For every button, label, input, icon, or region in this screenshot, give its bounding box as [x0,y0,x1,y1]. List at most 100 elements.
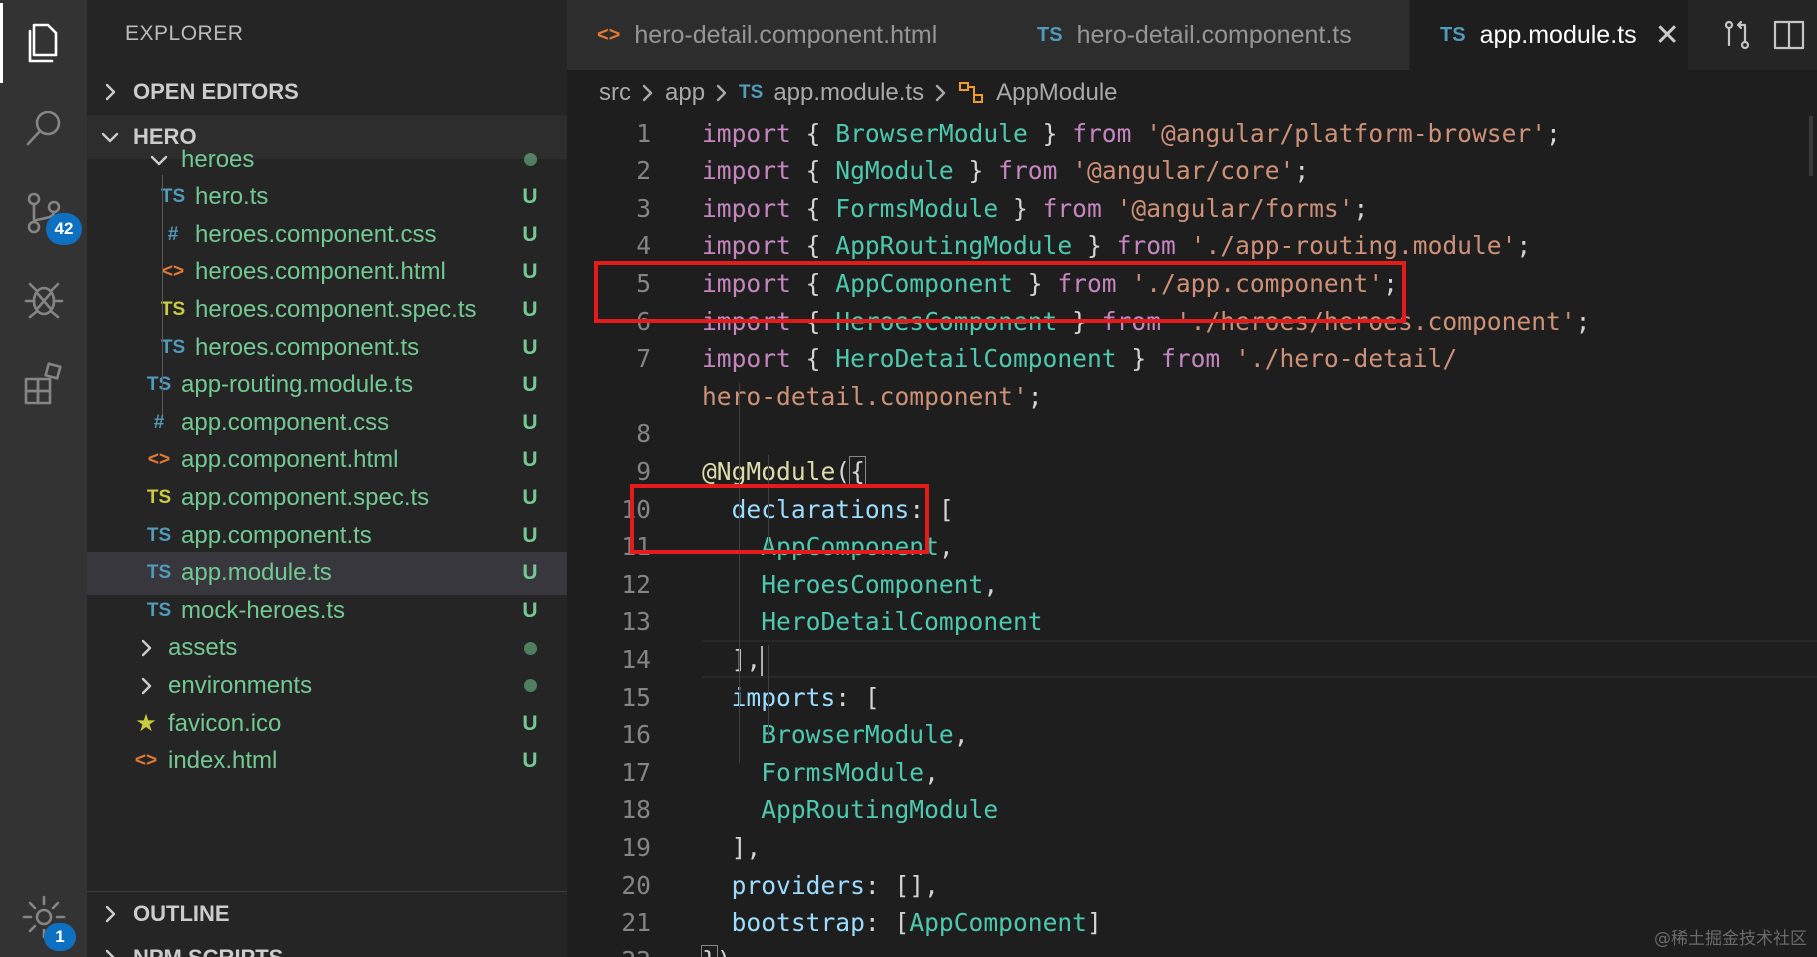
code-line[interactable]: ], [702,641,764,679]
code-line[interactable]: HeroDetailComponent [702,603,1043,641]
code-line[interactable]: providers: [], [702,867,939,905]
tree-item-heroes[interactable]: heroes [87,138,567,181]
line-number: 14 [621,644,651,674]
breadcrumb-app[interactable]: app [665,79,705,107]
code-line[interactable]: imports: [ [702,679,880,717]
code-token: BrowserModule [835,118,1028,148]
code-line[interactable]: ], [702,829,762,867]
explorer-sidebar: EXPLORER OPEN EDITORS HERO heroes TS hero.… [87,0,567,957]
git-status-badge: U [522,448,538,472]
explorer-icon[interactable] [0,3,87,83]
line-number: 22 [567,942,651,957]
code-line[interactable]: HeroesComponent, [702,566,998,604]
code-token: bootstrap [731,908,865,938]
tree-item-label: app.component.spec.ts [181,483,430,511]
search-icon[interactable] [0,88,87,168]
outline-section[interactable]: OUTLINE [87,891,567,936]
code-line[interactable]: import { BrowserModule } from '@angular/… [702,116,1561,153]
tree-item-label: heroes.component.css [195,220,437,248]
breadcrumb-src[interactable]: src [599,79,631,107]
spec-file-icon: TS [160,298,186,320]
debug-icon[interactable] [0,258,87,338]
import-highlight-box [594,261,1406,323]
tree-item-heroes-component-html[interactable]: <> heroes.component.html U [87,251,567,294]
code-line[interactable]: AppRoutingModule [702,791,998,829]
indent-guide [768,645,769,739]
npm-scripts-section[interactable]: NPM SCRIPTS [87,936,567,957]
breadcrumb-file[interactable]: app.module.ts [773,79,924,107]
code-line[interactable]: import { NgModule } from '@angular/core'… [702,152,1309,190]
git-status-badge: U [522,523,538,547]
code-token: } [953,156,999,186]
code-line[interactable]: }) [701,942,732,957]
git-status-badge: U [522,185,538,209]
line-number [567,378,651,416]
tab-label: app.module.ts [1479,20,1637,49]
ts-file-icon: TS [1037,23,1063,46]
typescript-file-icon: TS [160,336,186,358]
tree-item-label: index.html [168,747,278,775]
tree-item-hero-ts[interactable]: TS hero.ts U [87,176,567,219]
tree-item-app-component-css[interactable]: # app.component.css U [87,401,567,444]
tab-hero-detail-ts[interactable]: TS hero-detail.component.ts [1007,0,1410,70]
line-number: 7 [636,344,651,374]
code-line[interactable]: FormsModule, [702,754,939,792]
tree-item-heroes-component-css[interactable]: # heroes.component.css U [87,213,567,256]
tree-item-label: environments [168,671,313,699]
settings-gear-icon[interactable]: 1 [0,877,87,957]
code-token: AppRoutingModule [835,231,1073,261]
code-line[interactable]: import { AppRoutingModule } from './app-… [702,227,1531,265]
code-line[interactable]: hero-detail.component'; [702,378,1043,416]
scm-badge: 42 [46,213,82,245]
close-icon[interactable]: ✕ [1655,18,1680,53]
line-number: 12 [621,569,651,599]
extensions-icon[interactable] [0,343,87,423]
code-token: AppRoutingModule [761,795,999,825]
open-changes-icon[interactable] [1720,18,1754,52]
tree-item-environments[interactable]: environments [87,664,567,707]
tree-item-app-component-ts[interactable]: TS app.component.ts U [87,514,567,557]
code-line[interactable]: bootstrap: [AppComponent] [702,904,1102,942]
tree-item-app-module-ts[interactable]: TS app.module.ts U [87,551,567,595]
tab-bar: <> hero-detail.component.html TS hero-de… [567,0,1817,70]
tree-item-app-component-spec-ts[interactable]: TS app.component.spec.ts U [87,476,567,519]
open-editors-section[interactable]: OPEN EDITORS [87,70,567,114]
code-line[interactable]: BrowserModule, [702,716,968,754]
split-editor-icon[interactable] [1772,18,1806,52]
code-token: import [702,118,791,148]
tab-app-module[interactable]: TS app.module.ts ✕ [1410,0,1689,70]
breadcrumb-symbol[interactable]: AppModule [996,79,1117,107]
code-line[interactable]: import { HeroDetailComponent } from './h… [702,340,1457,378]
tree-item-label: app.component.css [181,408,390,436]
code-line[interactable]: import { FormsModule } from '@angular/fo… [702,190,1368,228]
tree-item-heroes-component-ts[interactable]: TS heroes.component.ts U [87,326,567,369]
tree-item-favicon-ico[interactable]: ★ favicon.ico U [87,702,567,745]
line-number: 18 [621,795,651,825]
tab-label: hero-detail.component.html [634,20,938,49]
tree-item-heroes-component-spec-ts[interactable]: TS heroes.component.spec.ts U [87,288,567,331]
code-token: HeroDetailComponent [761,607,1043,637]
code-token: { [790,118,836,148]
tree-item-assets[interactable]: assets [87,627,567,670]
code-token: { [849,455,866,487]
source-control-icon[interactable]: 42 [0,173,87,253]
code-editor[interactable]: 12345678910111213141516171819202122 impo… [567,116,1817,957]
activity-bar: 42 1 [0,0,87,957]
line-number: 19 [621,832,651,862]
chevron-right-icon [105,949,115,957]
css-file-icon: # [153,411,165,433]
tree-item-app-routing-module-ts[interactable]: TS app-routing.module.ts U [87,364,567,407]
tree-item-mock-heroes-ts[interactable]: TS mock-heroes.ts U [87,589,567,632]
code-token: } [701,944,718,957]
code-token: from [998,156,1058,186]
tab-hero-detail-html[interactable]: <> hero-detail.component.html [567,0,1008,70]
tab-label: hero-detail.component.ts [1076,20,1352,49]
tree-item-app-component-html[interactable]: <> app.component.html U [87,439,567,482]
line-number: 20 [621,870,651,900]
tree-item-index-html[interactable]: <> index.html U [87,740,567,783]
minimap-slider[interactable] [1809,116,1813,176]
